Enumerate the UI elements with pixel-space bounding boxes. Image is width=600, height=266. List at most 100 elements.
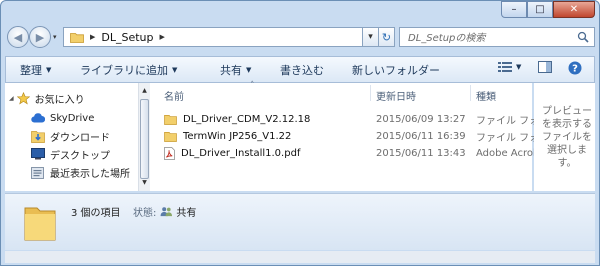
file-name-cell: DL_Driver_CDM_V2.12.18 — [164, 114, 310, 125]
chevron-down-icon: ▼ — [172, 66, 178, 74]
refresh-button[interactable]: ↻ — [379, 27, 395, 47]
add-to-library-button[interactable]: ライブラリに追加 ▼ — [80, 62, 177, 78]
file-date: 2015/06/11 16:39 — [376, 131, 466, 142]
close-button[interactable]: ✕ — [553, 1, 595, 18]
file-row[interactable]: DL_Driver_Install1.0.pdf 2015/06/11 13:4… — [164, 145, 545, 162]
nav-item-label: お気に入り — [34, 94, 85, 106]
refresh-icon: ↻ — [381, 30, 392, 44]
file-name: DL_Driver_CDM_V2.12.18 — [183, 114, 311, 125]
status-value: 共有 — [176, 208, 197, 219]
nav-item-downloads[interactable]: ダウンロード — [31, 127, 110, 145]
help-icon: ? — [568, 61, 582, 75]
svg-text:?: ? — [572, 64, 578, 75]
shared-users-icon — [160, 207, 173, 217]
file-date: 2015/06/11 13:43 — [376, 148, 466, 159]
preview-pane-button[interactable] — [538, 61, 552, 73]
minimize-button[interactable]: – — [501, 1, 527, 18]
column-header-date[interactable]: 更新日時 — [376, 88, 416, 103]
column-header-row: ˄ 名前 更新日時 種類 — [154, 81, 532, 103]
status-label: 状態: — [133, 208, 157, 219]
column-divider[interactable] — [470, 85, 471, 101]
forward-arrow-icon: ▶ — [35, 30, 45, 44]
share-status: 状態: 共有 — [133, 204, 196, 219]
navigation-pane: ◢ お気に入り SkyDrive ダウンロード デスクトップ 最近表示した場所 … — [5, 83, 150, 191]
view-list-icon — [498, 62, 512, 72]
nav-item-label: 最近表示した場所 — [50, 168, 130, 180]
maximize-button[interactable]: □ — [527, 1, 553, 18]
details-pane: 3 個の項目 状態: 共有 — [5, 193, 595, 250]
breadcrumb-separator[interactable]: ▶ — [90, 33, 95, 41]
navigation-pane-scrollbar[interactable]: ▲ ▼ — [138, 83, 150, 191]
pdf-icon — [164, 147, 175, 160]
file-row[interactable]: TermWin JP256_V1.22 2015/06/11 16:39 ファイ… — [164, 128, 539, 145]
cloud-icon — [31, 113, 45, 123]
folder-icon — [164, 115, 177, 125]
column-header-type[interactable]: 種類 — [476, 88, 496, 103]
back-arrow-icon: ◀ — [13, 30, 23, 44]
change-view-button[interactable]: ▼ — [498, 61, 521, 73]
breadcrumb-separator[interactable]: ▶ — [160, 33, 165, 41]
search-icon — [577, 31, 589, 43]
folder-icon — [70, 32, 84, 43]
recent-pages-dropdown[interactable]: ▾ — [53, 33, 57, 41]
nav-item-label: ダウンロード — [50, 132, 110, 144]
file-date: 2015/06/09 13:27 — [376, 114, 466, 125]
nav-item-label: SkyDrive — [50, 112, 95, 124]
star-icon — [16, 91, 30, 105]
file-name: TermWin JP256_V1.22 — [183, 131, 292, 142]
folder-icon — [164, 132, 177, 142]
nav-item-favorites[interactable]: ◢ お気に入り — [9, 89, 85, 107]
file-name-cell: TermWin JP256_V1.22 — [164, 131, 291, 142]
sort-indicator-icon: ˄ — [250, 81, 255, 91]
explorer-window: – □ ✕ ◀ ▶ ▾ ▶ DL_Setup ▶ ▾ ↻ DL_Setupの検索… — [0, 0, 600, 266]
bottom-frame — [5, 251, 595, 263]
chevron-down-icon: ▼ — [46, 66, 52, 74]
scroll-up-icon[interactable]: ▲ — [140, 85, 149, 97]
desktop-icon — [31, 148, 45, 160]
nav-item-desktop[interactable]: デスクトップ — [31, 145, 110, 163]
preview-message: プレビューを表示するファイルを選択します。 — [542, 106, 592, 169]
file-name-cell: DL_Driver_Install1.0.pdf — [164, 147, 300, 160]
nav-item-label: デスクトップ — [50, 150, 110, 162]
large-folder-icon — [24, 207, 56, 241]
file-name: DL_Driver_Install1.0.pdf — [181, 148, 301, 159]
column-divider[interactable] — [370, 85, 371, 101]
burn-label: 書き込む — [280, 64, 324, 77]
burn-button[interactable]: 書き込む — [280, 62, 324, 78]
file-list: ˄ 名前 更新日時 種類 DL_Driver_CDM_V2.12.18 2015… — [154, 81, 545, 191]
search-input[interactable] — [406, 29, 580, 47]
address-bar[interactable]: ▶ DL_Setup ▶ — [63, 27, 363, 47]
preview-pane: プレビューを表示するファイルを選択します。 — [534, 83, 595, 191]
preview-pane-icon — [538, 61, 552, 73]
address-dropdown-button[interactable]: ▾ — [363, 27, 379, 47]
nav-item-skydrive[interactable]: SkyDrive — [31, 109, 94, 127]
file-type: ファイル フォ — [476, 116, 540, 127]
organize-button[interactable]: 整理 ▼ — [20, 62, 51, 78]
new-folder-label: 新しいフォルダー — [352, 64, 440, 77]
file-row[interactable]: DL_Driver_CDM_V2.12.18 2015/06/09 13:27 … — [164, 111, 539, 128]
chevron-down-icon: ▼ — [516, 63, 522, 71]
share-label: 共有 — [220, 64, 242, 77]
expand-arrow-icon[interactable]: ◢ — [9, 95, 14, 102]
navigation-bar: ◀ ▶ ▾ ▶ DL_Setup ▶ ▾ ↻ — [5, 25, 595, 51]
search-box[interactable] — [399, 27, 595, 47]
recent-places-icon — [31, 166, 44, 179]
add-to-library-label: ライブラリに追加 — [80, 64, 168, 77]
help-button[interactable]: ? — [568, 61, 582, 75]
command-bar: 整理 ▼ ライブラリに追加 ▼ 共有 ▼ 書き込む 新しいフォルダー ▼ ? — [5, 56, 595, 83]
scroll-down-icon[interactable]: ▼ — [140, 177, 149, 189]
nav-item-recent-places[interactable]: 最近表示した場所 — [31, 163, 130, 181]
back-button[interactable]: ◀ — [7, 26, 29, 48]
chevron-down-icon: ▼ — [246, 66, 252, 74]
file-type: ファイル フォ — [476, 133, 540, 144]
download-folder-icon — [31, 130, 45, 143]
breadcrumb-dl-setup[interactable]: DL_Setup — [101, 31, 153, 44]
share-button[interactable]: 共有 ▼ — [220, 62, 251, 78]
item-count: 3 個の項目 — [71, 208, 121, 219]
organize-label: 整理 — [20, 64, 42, 77]
address-buttons: ▾ ↻ — [363, 27, 395, 47]
new-folder-button[interactable]: 新しいフォルダー — [352, 62, 440, 78]
scrollbar-thumb[interactable] — [140, 99, 149, 179]
column-header-name[interactable]: 名前 — [164, 88, 184, 103]
forward-button[interactable]: ▶ — [29, 26, 51, 48]
